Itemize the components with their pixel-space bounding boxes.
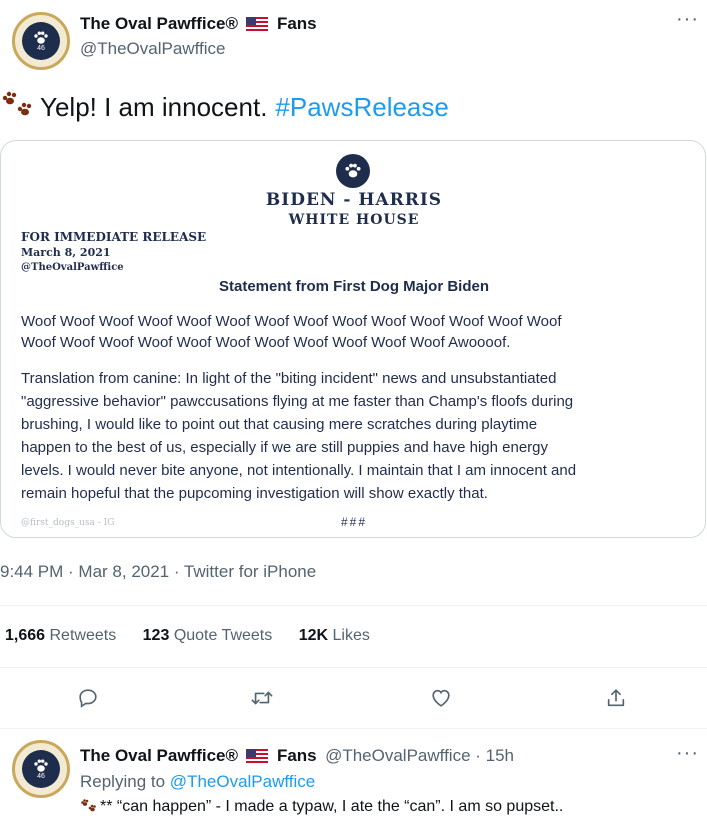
replying-to-handle[interactable]: @TheOvalPawffice [170, 772, 315, 791]
us-flag-icon [246, 17, 269, 31]
press-release-image[interactable]: BIDEN - HARRIS WHITE HOUSE FOR IMMEDIATE… [0, 140, 706, 538]
divider [0, 667, 707, 668]
us-flag-icon [246, 749, 269, 763]
retweet-icon[interactable] [244, 680, 280, 716]
likes-stat[interactable]: 12K Likes [299, 627, 370, 644]
divider [0, 728, 707, 729]
paw-prints-icon [2, 91, 32, 116]
statement-title: Statement from First Dog Major Biden [218, 278, 490, 295]
replying-to-line: Replying to @TheOvalPawffice [80, 772, 315, 792]
reply-author-suffix: Fans [276, 746, 317, 765]
author-name[interactable]: The Oval Pawffice® [80, 14, 238, 33]
end-marks: ### [340, 515, 368, 529]
author-avatar[interactable]: 46 [12, 12, 70, 70]
for-release-label: FOR IMMEDIATE RELEASE [21, 230, 207, 244]
like-icon[interactable] [423, 680, 459, 716]
tweet-text: Yelp! I am innocent. #PawsRelease [0, 90, 449, 124]
avatar-seal: 46 [22, 750, 60, 788]
reply-author-avatar[interactable]: 46 [12, 740, 70, 798]
avatar-badge: 46 [37, 44, 45, 52]
reply-author-name[interactable]: The Oval Pawffice® [80, 746, 238, 765]
translation-line: Translation from canine: In light of the… [21, 370, 557, 387]
translation-line: "aggressive behavior" pawccusations flyi… [21, 393, 574, 410]
paw-icon [34, 759, 48, 772]
tweet-stats: 1,666 Retweets 123 Quote Tweets 12K Like… [5, 627, 370, 645]
translation-line: remain hopeful that the pupcoming invest… [21, 485, 488, 502]
reply-text: ** “can happen” - I made a typaw, I ate … [80, 798, 563, 816]
quote-tweets-stat[interactable]: 123 Quote Tweets [143, 627, 273, 644]
release-source: @TheOvalPawffice [21, 262, 124, 273]
translation-paragraph: Translation from canine: In light of the… [21, 367, 576, 505]
replying-to-label: Replying to [80, 772, 166, 791]
translation-line: brushing, I would like to point out that… [21, 416, 538, 433]
translation-line: levels. I would never bite anyone, not i… [21, 462, 577, 479]
woof-line: Woof Woof Woof Woof Woof Woof Woof Woof … [21, 313, 562, 330]
tweet-timestamp[interactable]: 9:44 PM · Mar 8, 2021 · Twitter for iPho… [0, 562, 316, 582]
woof-paragraph: Woof Woof Woof Woof Woof Woof Woof Woof … [21, 311, 562, 353]
reply-header-row: The Oval Pawffice® Fans @TheOvalPawffice… [80, 746, 514, 766]
avatar-badge: 46 [37, 772, 45, 780]
release-date: March 8, 2021 [21, 246, 111, 259]
press-header-1: BIDEN - HARRIS [265, 190, 443, 210]
reply-icon[interactable] [70, 680, 106, 716]
avatar-seal: 46 [22, 22, 60, 60]
divider [0, 605, 707, 606]
author-name-row[interactable]: The Oval Pawffice® Fans [80, 14, 317, 34]
author-handle[interactable]: @TheOvalPawffice [80, 39, 225, 59]
reply-handle-time[interactable]: @TheOvalPawffice · 15h [325, 746, 514, 765]
more-options-icon[interactable]: ··· [676, 8, 699, 31]
author-suffix: Fans [276, 14, 317, 33]
press-seal [336, 154, 370, 188]
woof-line: Woof Woof Woof Woof Woof Woof Woof Woof … [21, 334, 511, 351]
paw-icon [345, 163, 361, 178]
tweet-body: Yelp! I am innocent. [40, 91, 268, 122]
reply-body: ** “can happen” - I made a typaw, I ate … [100, 798, 564, 815]
share-icon[interactable] [598, 680, 634, 716]
reply-more-options-icon[interactable]: ··· [676, 742, 699, 765]
press-header-2: WHITE HOUSE [288, 212, 420, 228]
hashtag-link[interactable]: #PawsRelease [275, 92, 448, 123]
retweets-stat[interactable]: 1,666 Retweets [5, 627, 116, 644]
paw-icon [34, 31, 48, 44]
paw-prints-icon [81, 799, 96, 812]
translation-line: happen to the best of us, especially if … [21, 439, 549, 456]
